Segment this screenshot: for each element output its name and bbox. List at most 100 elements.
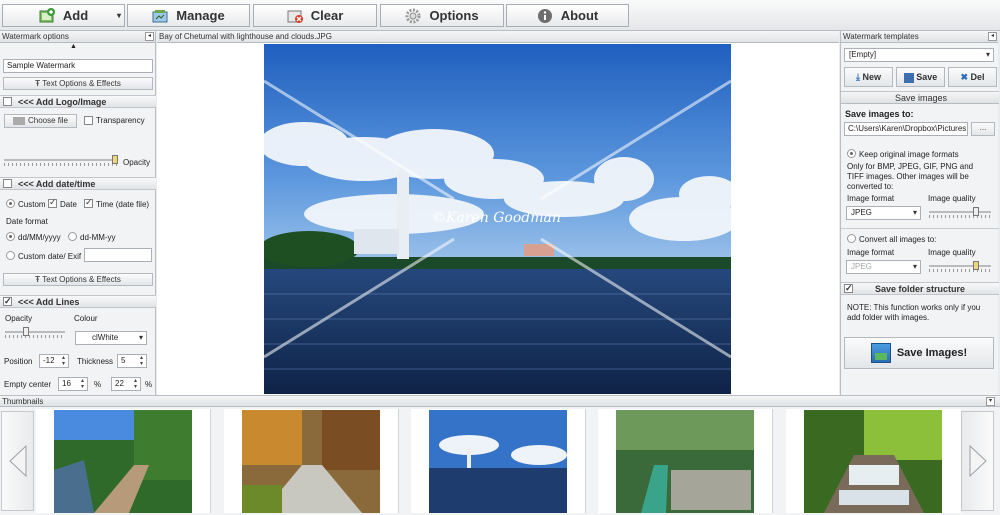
image-format-select-2[interactable]: JPEG — [846, 260, 921, 274]
watermark-text-input[interactable]: Sample Watermark — [3, 59, 153, 73]
manage-button-label: Manage — [176, 8, 225, 23]
thickness-label: Thickness — [77, 357, 114, 366]
options-button[interactable]: Options — [380, 4, 504, 27]
manage-icon — [152, 8, 168, 24]
keep-formats-note: Only for BMP, JPEG, GIF, PNG and TIFF im… — [847, 162, 974, 191]
thumbnails-prev-button[interactable] — [1, 411, 34, 511]
save-path-input[interactable]: C:\Users\Karen\Dropbox\Pictures — [844, 122, 968, 136]
choose-file-label: Choose file — [27, 116, 69, 125]
transparency-checkbox[interactable] — [84, 116, 93, 125]
thumbnail-1[interactable] — [36, 409, 211, 513]
preview-header: Bay of Chetumal with lighthouse and clou… — [157, 31, 839, 43]
save-folder-structure-checkbox[interactable] — [844, 282, 853, 294]
image-format-label: Image format — [847, 194, 895, 203]
format2-label: dd-MM-yy — [80, 233, 116, 242]
save-template-button[interactable]: Save — [896, 67, 945, 87]
options-button-label: Options — [429, 8, 479, 23]
add-logo-checkbox[interactable] — [3, 97, 12, 106]
lines-opacity-label: Opacity — [5, 314, 33, 323]
add-date-checkbox[interactable] — [3, 179, 12, 188]
position-label: Position — [4, 357, 33, 366]
image-format-label-2: Image format — [847, 248, 895, 257]
manage-button[interactable]: Manage — [127, 4, 250, 27]
save-images-button[interactable]: Save Images! — [844, 337, 994, 369]
image-quality-label-2: Image quality — [928, 248, 976, 257]
text-effects-label: Text Options & Effects — [42, 79, 121, 88]
browse-button[interactable]: ... — [971, 122, 995, 136]
text-effects-label-2: Text Options & Effects — [42, 275, 121, 284]
percent-label-1: % — [94, 380, 102, 389]
image-quality-slider[interactable] — [929, 207, 991, 219]
thumbnail-4[interactable] — [598, 409, 773, 513]
thumbnail-2[interactable] — [224, 409, 399, 513]
scroll-up-icon[interactable]: ▲ — [70, 43, 77, 50]
empty-x-spinner[interactable]: 16 — [58, 377, 88, 391]
collapse-left-icon[interactable]: ◂ — [145, 32, 154, 41]
templates-title: Watermark templates — [843, 32, 919, 41]
text-effects-button[interactable]: Ŧ Text Options & Effects — [3, 77, 153, 90]
add-lines-header[interactable]: <<< Add Lines — [0, 295, 156, 308]
thumbnails-next-button[interactable] — [961, 411, 994, 511]
custom-date-label: Custom date/ Exif — [18, 252, 82, 261]
chevron-left-icon — [9, 444, 27, 478]
format2-radio[interactable] — [68, 232, 77, 241]
add-logo-header[interactable]: <<< Add Logo/Image — [0, 95, 156, 108]
collapse-thumbnails-icon[interactable]: ▾ — [986, 397, 995, 406]
about-button-label: About — [560, 8, 599, 23]
thumbnail-3[interactable] — [411, 409, 586, 513]
save-folder-structure-header[interactable]: Save folder structure — [841, 282, 999, 295]
time-checkbox[interactable] — [84, 197, 93, 208]
format1-radio[interactable] — [6, 232, 15, 241]
delete-template-button[interactable]: ✖ Del — [948, 67, 997, 87]
keep-formats-radio[interactable] — [847, 149, 856, 158]
folder-note: NOTE: This function works only if you ad… — [847, 303, 981, 322]
custom-date-input[interactable] — [84, 248, 152, 262]
add-dropdown-arrow-icon[interactable]: ▾ — [117, 11, 121, 20]
folder-icon — [12, 116, 25, 125]
keep-formats-label: Keep original image formats — [859, 150, 959, 159]
right-panel-body: [Empty] ⤓ New Save ✖ Del Save images Sav… — [841, 43, 999, 395]
image-format-select[interactable]: JPEG — [846, 206, 921, 220]
format1-label: dd/MM/yyyy — [18, 233, 61, 242]
logo-opacity-slider[interactable] — [4, 155, 118, 167]
add-button-label: Add — [62, 8, 89, 23]
empty-center-label: Empty center — [4, 380, 52, 389]
add-image-icon — [39, 7, 55, 24]
image-quality-slider-2[interactable] — [929, 261, 991, 273]
new-template-label: New — [862, 72, 881, 82]
clear-button[interactable]: Clear — [253, 4, 377, 27]
templates-header: Watermark templates ◂ — [841, 31, 998, 43]
date-custom-radio[interactable] — [6, 199, 15, 208]
watermark-options-title: Watermark options — [2, 32, 69, 41]
custom-date-radio[interactable] — [6, 251, 15, 260]
watermark-options-panel: Watermark options ◂ ▲ Sample Watermark Ŧ… — [0, 31, 156, 403]
empty-y-spinner[interactable]: 22 — [111, 377, 141, 391]
new-template-button[interactable]: ⤓ New — [844, 67, 893, 87]
collapse-right-icon[interactable]: ◂ — [988, 32, 997, 41]
convert-all-radio[interactable] — [847, 234, 856, 243]
lines-opacity-slider[interactable] — [5, 327, 65, 339]
preview-panel: Bay of Chetumal with lighthouse and clou… — [157, 31, 839, 395]
choose-file-button[interactable]: Choose file — [4, 114, 77, 128]
save-to-label: Save images to: — [845, 109, 914, 119]
transparency-label: Transparency — [96, 116, 145, 125]
add-lines-checkbox[interactable] — [3, 295, 12, 307]
thumbnails-title: Thumbnails — [2, 397, 44, 406]
info-icon — [537, 8, 553, 24]
save-images-bar-label: Save images — [894, 93, 948, 103]
template-select[interactable]: [Empty] — [844, 48, 994, 62]
add-date-header[interactable]: <<< Add date/time — [0, 177, 156, 190]
colour-select[interactable]: clWhite — [75, 331, 147, 345]
save-images-icon — [870, 343, 891, 364]
clear-icon — [287, 8, 303, 24]
about-button[interactable]: About — [506, 4, 629, 27]
text-effects-button-2[interactable]: Ŧ Text Options & Effects — [3, 273, 153, 286]
add-button[interactable]: Add ▾ — [2, 4, 125, 27]
add-logo-label: <<< Add Logo/Image — [18, 97, 107, 107]
position-spinner[interactable]: -12 — [39, 354, 69, 368]
thickness-spinner[interactable]: 5 — [117, 354, 147, 368]
gear-icon — [405, 8, 421, 24]
thumbnail-5[interactable] — [786, 409, 961, 513]
date-checkbox[interactable] — [48, 197, 57, 208]
preview-image[interactable]: ©Karen Goodman — [264, 44, 731, 394]
